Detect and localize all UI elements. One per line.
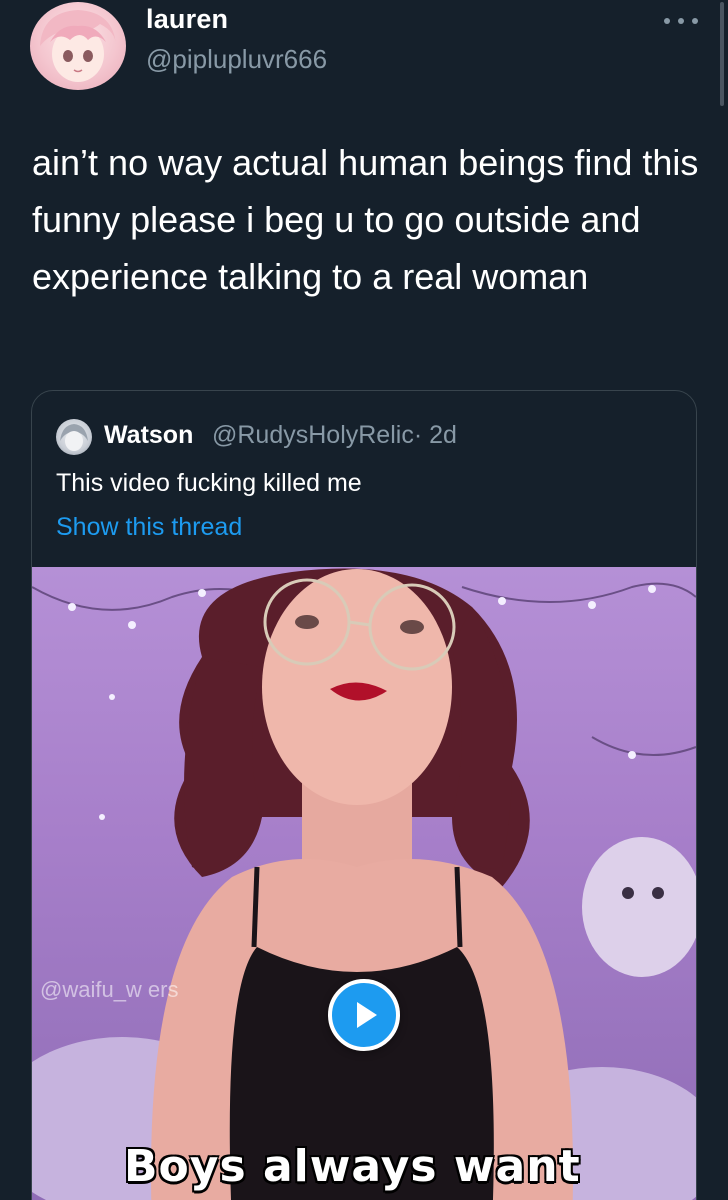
quoted-tweet-card[interactable]: Watson @RudysHolyRelic· 2d This video fu… [31, 390, 697, 1200]
quoted-tweet-time: · 2d [413, 421, 457, 449]
play-icon[interactable] [328, 979, 400, 1051]
author-handle[interactable]: @piplupluvr666 [146, 44, 327, 75]
video-frame-illustration [32, 568, 696, 1200]
author-display-name[interactable]: lauren [146, 4, 228, 35]
quoted-tweet-text: This video fucking killed me [56, 469, 362, 497]
quoted-author-display-name[interactable]: Watson [104, 421, 193, 450]
video-caption: Boys always want [124, 1141, 581, 1192]
avatar[interactable] [30, 2, 126, 90]
tweet-text: ain’t no way actual human beings find th… [32, 142, 699, 297]
video-watermark: @waifu_w ers [40, 977, 179, 1002]
quoted-author-avatar[interactable] [56, 419, 92, 455]
scrollbar[interactable] [720, 2, 724, 106]
quoted-author-handle-and-time: @RudysHolyRelic· 2d [212, 421, 457, 450]
quoted-author-handle[interactable]: @RudysHolyRelic [212, 421, 414, 449]
show-thread-link[interactable]: Show this thread [56, 513, 242, 542]
video-thumbnail[interactable]: @waifu_w ers Boys always want [32, 567, 696, 1200]
tweet-detail-screen: lauren @piplupluvr666 ain’t no way actua… [0, 0, 728, 1200]
more-horizontal-icon[interactable] [664, 8, 698, 34]
